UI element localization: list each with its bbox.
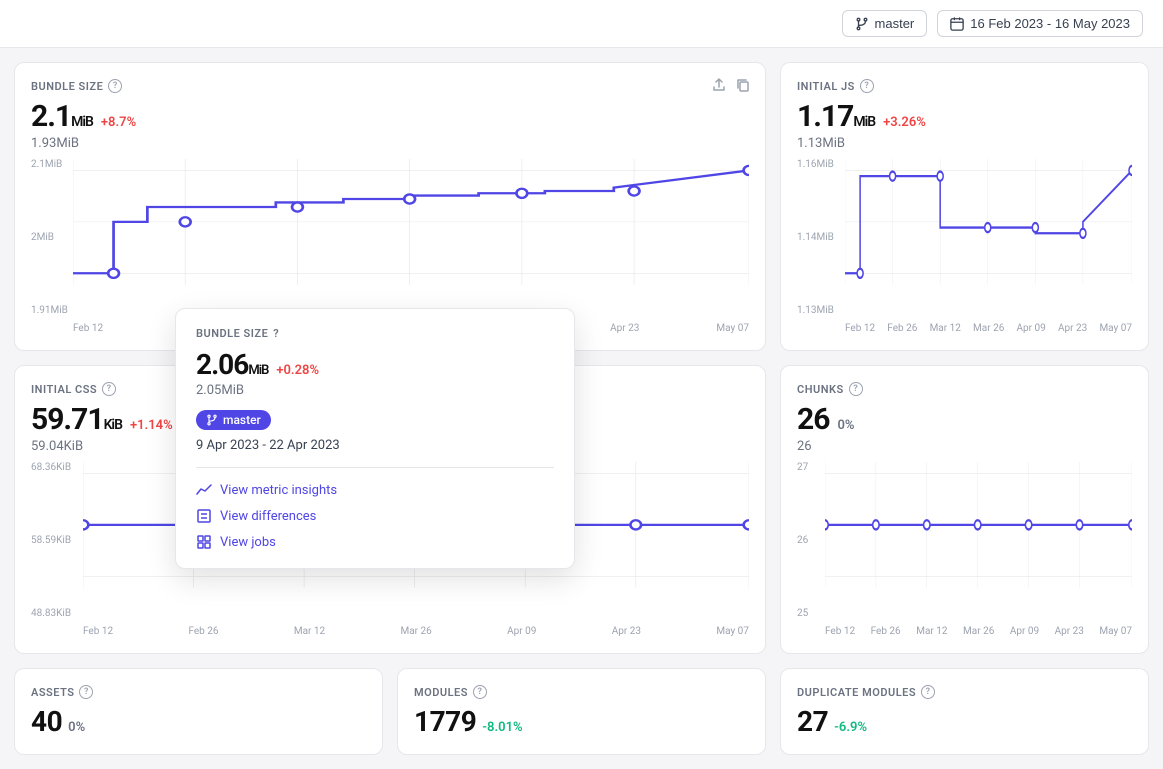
initial-js-help-icon[interactable]: ? — [860, 79, 874, 93]
view-jobs-link[interactable]: View jobs — [196, 534, 554, 550]
bundle-size-sub: 1.93MiB — [31, 136, 749, 151]
initial-js-change: +3.26% — [883, 115, 926, 130]
duplicate-modules-change: -6.9% — [834, 720, 867, 735]
branch-selector[interactable]: master — [842, 10, 928, 37]
tooltip-sub: 2.05MiB — [196, 383, 554, 398]
chunks-change: 0% — [837, 418, 854, 433]
export-icon[interactable] — [711, 77, 727, 97]
chunks-x-labels: Feb 12 Feb 26 Mar 12 Mar 26 Apr 09 Apr 2… — [825, 626, 1132, 637]
initial-css-change: +1.14% — [130, 418, 173, 433]
modules-label: MODULES ? — [414, 685, 749, 699]
chunks-card: CHUNKS ? 26 0% 26 27 26 25 — [780, 365, 1149, 654]
chunks-sub: 26 — [797, 439, 1132, 454]
initial-js-x-labels: Feb 12 Feb 26 Mar 12 Mar 26 Apr 09 Apr 2… — [845, 323, 1132, 334]
initial-js-main: 1.17MiB — [797, 99, 875, 134]
view-differences-link[interactable]: View differences — [196, 508, 554, 524]
initial-js-chart-wrapper: 1.16MiB 1.14MiB 1.13MiB — [797, 159, 1132, 334]
assets-label: ASSETS ? — [31, 685, 366, 699]
bundle-size-chart — [73, 159, 749, 319]
chunks-value-row: 26 0% — [797, 402, 1132, 437]
duplicate-modules-value-row: 27 -6.9% — [797, 705, 1132, 738]
date-range-selector[interactable]: 16 Feb 2023 - 16 May 2023 — [937, 10, 1143, 37]
assets-card: ASSETS ? 40 0% — [14, 668, 383, 755]
card-actions — [711, 77, 751, 97]
bundle-size-label: BUNDLE SIZE ? — [31, 79, 749, 93]
tooltip-change: +0.28% — [276, 363, 319, 378]
chunks-main: 26 — [797, 402, 829, 437]
tooltip-links: View metric insights View differences Vi… — [196, 482, 554, 550]
tooltip-value-row: 2.06MiB +0.28% — [196, 348, 554, 381]
chunks-label: CHUNKS ? — [797, 382, 1132, 396]
assets-help-icon[interactable]: ? — [79, 685, 93, 699]
date-range-label: 16 Feb 2023 - 16 May 2023 — [970, 16, 1130, 31]
modules-help-icon[interactable]: ? — [473, 685, 487, 699]
initial-js-label: INITIAL JS ? — [797, 79, 1132, 93]
initial-css-main: 59.71KiB — [31, 402, 122, 437]
chunks-help-icon[interactable]: ? — [849, 382, 863, 396]
top-bar: master 16 Feb 2023 - 16 May 2023 — [0, 0, 1163, 48]
initial-js-sub: 1.13MiB — [797, 136, 1132, 151]
tooltip-popup: BUNDLE SIZE ? 2.06MiB +0.28% 2.05MiB mas… — [175, 308, 575, 569]
assets-change: 0% — [68, 720, 85, 735]
bundle-size-change: +8.7% — [101, 115, 136, 130]
assets-main: 40 — [31, 705, 62, 738]
duplicate-modules-help-icon[interactable]: ? — [921, 685, 935, 699]
modules-card: MODULES ? 1779 -8.01% — [397, 668, 766, 755]
branch-label: master — [875, 16, 915, 31]
initial-js-card: INITIAL JS ? 1.17MiB +3.26% 1.13MiB 1.16… — [780, 62, 1149, 351]
bundle-size-main: 2.1MiB — [31, 99, 93, 134]
tooltip-branch-badge: master — [196, 410, 271, 430]
duplicate-modules-label: DUPLICATE MODULES ? — [797, 685, 1132, 699]
copy-icon[interactable] — [735, 77, 751, 97]
tooltip-main: 2.06MiB — [196, 348, 268, 381]
tooltip-label: BUNDLE SIZE ? — [196, 327, 554, 340]
initial-css-x-labels: Feb 12 Feb 26 Mar 12 Mar 26 Apr 09 Apr 2… — [83, 626, 749, 637]
tooltip-help-icon[interactable]: ? — [273, 327, 279, 340]
tooltip-divider — [196, 467, 554, 468]
dashboard: BUNDLE SIZE ? 2.1MiB +8.7% 1.93MiB — [0, 48, 1163, 769]
chunks-chart — [825, 462, 1132, 622]
initial-js-chart — [845, 159, 1132, 319]
duplicate-modules-card: DUPLICATE MODULES ? 27 -6.9% — [780, 668, 1149, 755]
bundle-size-value-row: 2.1MiB +8.7% — [31, 99, 749, 134]
initial-js-value-row: 1.17MiB +3.26% — [797, 99, 1132, 134]
duplicate-modules-main: 27 — [797, 705, 828, 738]
modules-main: 1779 — [414, 705, 476, 738]
modules-change: -8.01% — [482, 720, 522, 735]
assets-value-row: 40 0% — [31, 705, 366, 738]
modules-value-row: 1779 -8.01% — [414, 705, 749, 738]
bundle-size-help-icon[interactable]: ? — [108, 79, 122, 93]
view-metric-insights-link[interactable]: View metric insights — [196, 482, 554, 498]
initial-css-help-icon[interactable]: ? — [102, 382, 116, 396]
chunks-chart-wrapper: 27 26 25 — [797, 462, 1132, 637]
tooltip-date: 9 Apr 2023 - 22 Apr 2023 — [196, 438, 554, 453]
